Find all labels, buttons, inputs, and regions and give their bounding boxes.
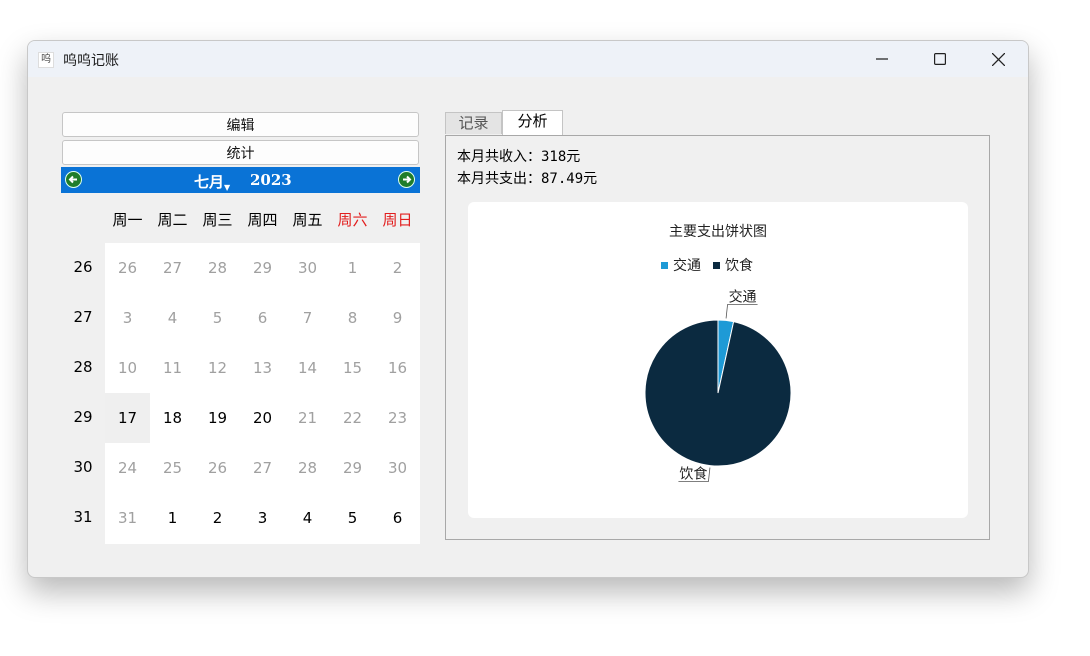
calendar-day[interactable]: 30 [285, 243, 330, 293]
year-selector[interactable]: 2023 [250, 171, 292, 189]
calendar-day[interactable]: 17 [105, 393, 150, 443]
app-window: 呜 呜呜记账 编辑 统计 七月▼ 2023 周一 周二 周三 周四 周五 周六 周日 26 2… [27, 40, 1029, 578]
calendar-day[interactable]: 13 [240, 343, 285, 393]
calendar-day[interactable]: 1 [150, 493, 195, 543]
maximize-button[interactable] [911, 41, 969, 77]
calendar-day[interactable]: 21 [285, 393, 330, 443]
week-number: 30 [73, 458, 93, 476]
calendar-day[interactable]: 11 [150, 343, 195, 393]
weekday-header: 周一 [112, 211, 143, 229]
calendar-day[interactable]: 3 [105, 293, 150, 343]
week-number: 27 [73, 308, 93, 326]
tab-analysis[interactable]: 分析 [502, 110, 563, 135]
calendar-day[interactable]: 28 [285, 443, 330, 493]
analysis-panel: 本月共收入：318元 本月共支出：87.49元 主要支出饼状图 交通 饮食 交通… [445, 135, 990, 540]
monthly-expense: 本月共支出：87.49元 [457, 171, 598, 187]
calendar-day[interactable]: 6 [240, 293, 285, 343]
calendar-day[interactable]: 25 [150, 443, 195, 493]
month-label: 七月 [194, 173, 225, 191]
close-icon [991, 52, 1005, 66]
arrow-left-icon [68, 175, 77, 184]
calendar-day[interactable]: 6 [375, 493, 420, 543]
calendar-day[interactable]: 20 [240, 393, 285, 443]
week-number: 31 [73, 508, 93, 526]
calendar-day[interactable]: 1 [330, 243, 375, 293]
pie-slice-food[interactable] [644, 319, 792, 467]
minimize-icon [876, 58, 888, 60]
calendar-day[interactable]: 22 [330, 393, 375, 443]
calendar-day[interactable]: 2 [375, 243, 420, 293]
calendar-day[interactable]: 14 [285, 343, 330, 393]
calendar-day[interactable]: 5 [195, 293, 240, 343]
calendar-day[interactable]: 2 [195, 493, 240, 543]
calendar-day[interactable]: 16 [375, 343, 420, 393]
calendar-header: 七月▼ 2023 [61, 167, 420, 193]
calendar-day[interactable]: 27 [150, 243, 195, 293]
weekday-header: 周二 [157, 211, 188, 229]
title-bar: 呜 呜呜记账 [28, 41, 1028, 77]
calendar-day[interactable]: 19 [195, 393, 240, 443]
calendar-day[interactable]: 10 [105, 343, 150, 393]
close-button[interactable] [969, 41, 1027, 77]
calendar-day[interactable]: 26 [195, 443, 240, 493]
pie-chart: 交通饮食 [644, 289, 792, 482]
weekday-header: 周四 [247, 211, 278, 229]
pie-label: 交通 [729, 289, 757, 306]
calendar-day[interactable]: 27 [240, 443, 285, 493]
pie-label: 饮食 [679, 465, 707, 482]
app-icon: 呜 [38, 52, 54, 68]
calendar-day[interactable]: 28 [195, 243, 240, 293]
calendar-day[interactable]: 24 [105, 443, 150, 493]
weekday-header: 周六 [337, 211, 368, 229]
weekday-header: 周三 [202, 211, 233, 229]
calendar-day[interactable]: 7 [285, 293, 330, 343]
calendar-day[interactable]: 30 [375, 443, 420, 493]
maximize-icon [934, 53, 946, 65]
calendar-day[interactable]: 31 [105, 493, 150, 543]
calendar-day[interactable]: 4 [150, 293, 195, 343]
month-selector[interactable]: 七月▼ [194, 171, 230, 192]
edit-button[interactable]: 编辑 [62, 112, 419, 137]
next-month-button[interactable] [398, 171, 415, 188]
calendar-day[interactable]: 29 [240, 243, 285, 293]
stats-button[interactable]: 统计 [62, 140, 419, 165]
calendar-day[interactable]: 23 [375, 393, 420, 443]
window-title: 呜呜记账 [63, 53, 119, 69]
calendar-day[interactable]: 26 [105, 243, 150, 293]
minimize-button[interactable] [853, 41, 911, 77]
week-number: 26 [73, 258, 93, 276]
weekday-header: 周日 [382, 211, 413, 229]
week-number: 29 [73, 408, 93, 426]
calendar-day[interactable]: 4 [285, 493, 330, 543]
calendar-day[interactable]: 15 [330, 343, 375, 393]
week-number: 28 [73, 358, 93, 376]
calendar-day[interactable]: 29 [330, 443, 375, 493]
pie-chart-card: 主要支出饼状图 交通 饮食 交通 饮食 [468, 202, 968, 518]
tab-records[interactable]: 记录 [445, 112, 502, 134]
calendar-day[interactable]: 12 [195, 343, 240, 393]
calendar-day[interactable]: 9 [375, 293, 420, 343]
calendar-day[interactable]: 8 [330, 293, 375, 343]
arrow-right-icon [403, 175, 412, 184]
calendar-day[interactable]: 3 [240, 493, 285, 543]
pie-label-line [725, 304, 758, 319]
calendar-day[interactable]: 18 [150, 393, 195, 443]
chevron-down-icon: ▼ [224, 182, 231, 192]
calendar-day[interactable]: 5 [330, 493, 375, 543]
calendar-body: 周一 周二 周三 周四 周五 周六 周日 26 27 28 29 30 31 26 27 28 29 30 1 2… [61, 193, 420, 544]
weekday-header: 周五 [292, 211, 323, 229]
prev-month-button[interactable] [65, 171, 82, 188]
monthly-income: 本月共收入：318元 [457, 149, 581, 165]
